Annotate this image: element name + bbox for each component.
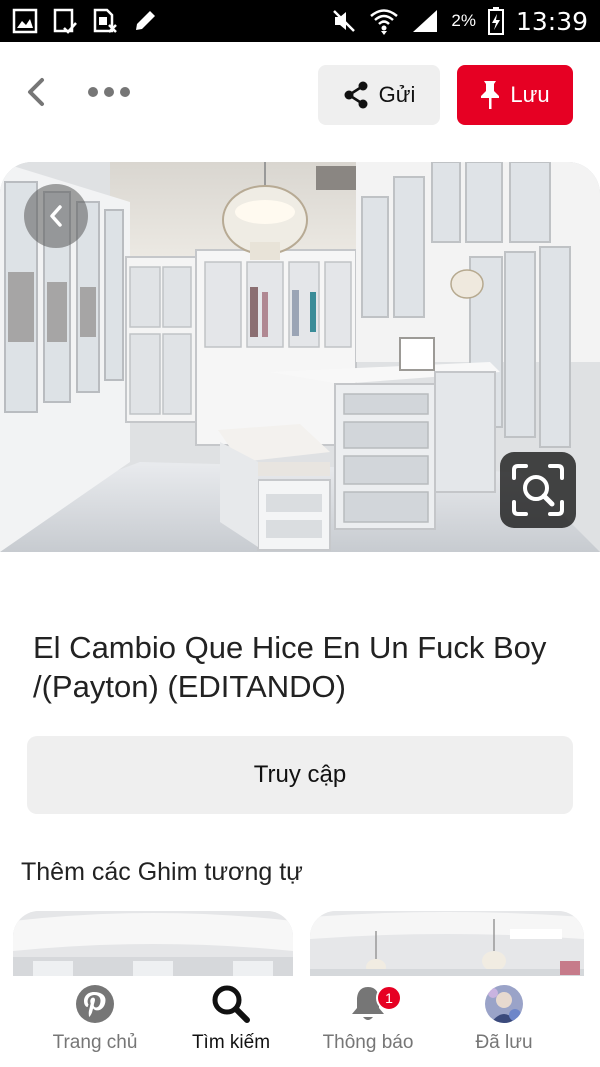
dot [88, 87, 98, 97]
nav-search-icon-wrap [211, 976, 251, 1032]
nav-notifications[interactable]: 1 Thông báo [312, 976, 424, 1067]
status-left-icons [12, 8, 158, 34]
status-right-icons: 2% 13:39 [331, 7, 588, 36]
share-icon [344, 81, 368, 109]
mute-icon [331, 8, 357, 34]
more-options-button[interactable] [84, 76, 134, 108]
send-button[interactable]: Gửi [318, 65, 440, 125]
notification-count-badge: 1 [376, 985, 402, 1011]
sim-blocked-icon [92, 8, 118, 34]
dot [104, 87, 114, 97]
nav-saved[interactable]: Đã lưu [456, 976, 552, 1067]
send-label: Gửi [378, 82, 416, 107]
pin-title: El Cambio Que Hice En Un Fuck Boy /(Payt… [33, 630, 547, 704]
pinterest-logo-icon [76, 985, 114, 1023]
battery-charging-icon [487, 7, 504, 35]
clipboard-check-icon [52, 8, 78, 34]
lens-search-icon [512, 464, 564, 516]
wifi-icon [369, 7, 399, 35]
bottom-navigation: Trang chủ Tìm kiếm 1 Thông báo Đã lưu [0, 976, 600, 1067]
battery-percent: 2% [451, 11, 476, 30]
avatar [485, 985, 523, 1023]
nav-saved-label: Đã lưu [475, 1032, 533, 1053]
nav-search-label: Tìm kiếm [191, 1032, 271, 1053]
dot [120, 87, 130, 97]
pin-icon [481, 81, 500, 109]
back-button[interactable] [18, 74, 54, 110]
nav-search[interactable]: Tìm kiếm [180, 976, 282, 1067]
similar-pins-heading: Thêm các Ghim tương tự [21, 858, 303, 886]
nav-home-icon-wrap [75, 976, 115, 1032]
save-button[interactable]: Lưu [457, 65, 573, 125]
visit-button[interactable]: Truy cập [27, 736, 573, 814]
pin-image[interactable] [0, 162, 600, 552]
nav-home[interactable]: Trang chủ [40, 976, 150, 1067]
image-back-button[interactable] [24, 184, 88, 248]
nav-home-label: Trang chủ [52, 1032, 138, 1053]
chevron-left-icon [28, 78, 44, 106]
nav-saved-icon-wrap [485, 976, 523, 1032]
chevron-left-icon [50, 205, 62, 227]
search-icon [212, 985, 250, 1023]
pin-action-bar: Gửi Lưu [0, 42, 600, 152]
save-label: Lưu [510, 82, 550, 107]
clock: 13:39 [515, 6, 588, 36]
pencil-icon [132, 8, 158, 34]
status-bar: 2% 13:39 [0, 0, 600, 42]
nav-notifications-label: Thông báo [322, 1032, 414, 1053]
visual-search-button[interactable] [500, 452, 576, 528]
gallery-icon [12, 8, 38, 34]
signal-icon [411, 8, 439, 34]
